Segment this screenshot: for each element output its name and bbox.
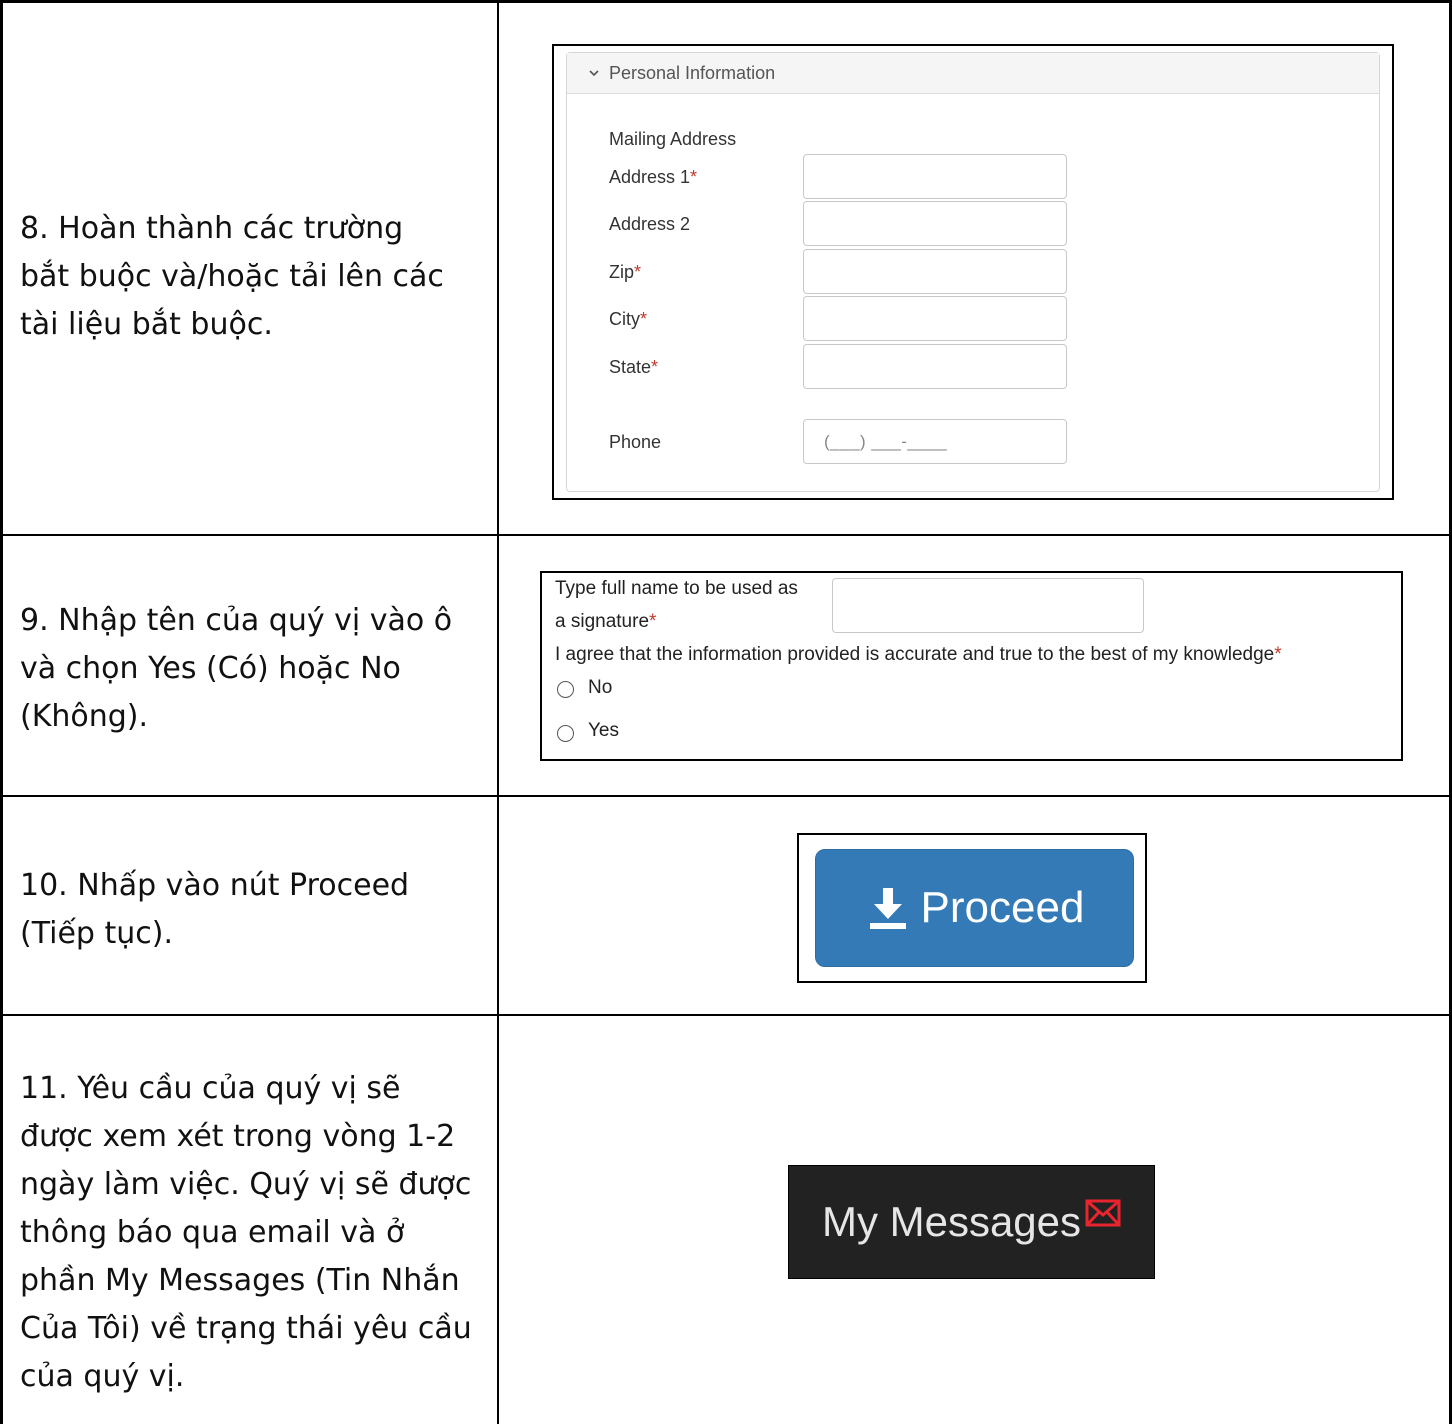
- phone-input[interactable]: (___) ___-____: [803, 419, 1067, 464]
- proceed-label: Proceed: [920, 883, 1085, 932]
- download-icon: [869, 888, 906, 929]
- address2-input[interactable]: [803, 201, 1067, 246]
- chevron-down-icon: [589, 70, 599, 77]
- signature-input[interactable]: [832, 578, 1144, 633]
- step-9-text: 9. Nhập tên của quý vị vào ô và chọn Yes…: [20, 603, 453, 734]
- proceed-panel: Proceed: [797, 833, 1147, 983]
- phone-label: Phone: [609, 432, 662, 452]
- proceed-button[interactable]: Proceed: [815, 849, 1134, 967]
- table-border-left: [0, 0, 3, 1424]
- zip-label: Zip*: [609, 262, 642, 282]
- address1-label: Address 1*: [609, 167, 698, 187]
- state-input[interactable]: [803, 344, 1067, 389]
- radio-no-label: No: [588, 677, 613, 698]
- city-input[interactable]: [803, 296, 1067, 341]
- personal-info-panel: Personal Information Mailing Address Add…: [552, 44, 1394, 500]
- row-divider-3: [0, 1014, 1452, 1016]
- envelope-icon: [1085, 1199, 1121, 1227]
- address2-label: Address 2: [609, 214, 691, 234]
- section-title: Personal Information: [609, 62, 776, 83]
- radio-no[interactable]: [557, 681, 574, 698]
- signature-panel: Type full name to be used as a signature…: [540, 571, 1403, 761]
- city-label: City*: [609, 309, 648, 329]
- table-border-middle: [497, 0, 499, 1424]
- table-border-top: [0, 0, 1452, 3]
- zip-input[interactable]: [803, 249, 1067, 294]
- my-messages-button[interactable]: My Messages: [788, 1165, 1155, 1279]
- personal-info-header[interactable]: Personal Information: [567, 53, 1379, 94]
- radio-yes-label: Yes: [588, 720, 619, 741]
- phone-mask: (___) ___-____: [824, 432, 948, 451]
- step-11-text: 11. Yêu cầu của quý vị sẽ được xem xét t…: [20, 1071, 472, 1394]
- mailing-address-label: Mailing Address: [609, 129, 737, 149]
- row-divider-1: [0, 534, 1452, 536]
- step-10-text: 10. Nhấp vào nút Proceed (Tiếp tục).: [20, 868, 410, 951]
- row-divider-2: [0, 795, 1452, 797]
- signature-label-line2: a signature*: [555, 611, 657, 632]
- personal-info-card: Personal Information Mailing Address Add…: [566, 52, 1380, 492]
- step-8-text: 8. Hoàn thành các trường bắt buộc và/hoặ…: [20, 211, 444, 342]
- radio-yes[interactable]: [557, 725, 574, 742]
- address1-input[interactable]: [803, 154, 1067, 199]
- agreement-text: I agree that the information provided is…: [555, 644, 1282, 665]
- signature-label-line1: Type full name to be used as: [555, 578, 798, 599]
- my-messages-label: My Messages: [821, 1198, 1082, 1245]
- state-label: State*: [609, 357, 659, 377]
